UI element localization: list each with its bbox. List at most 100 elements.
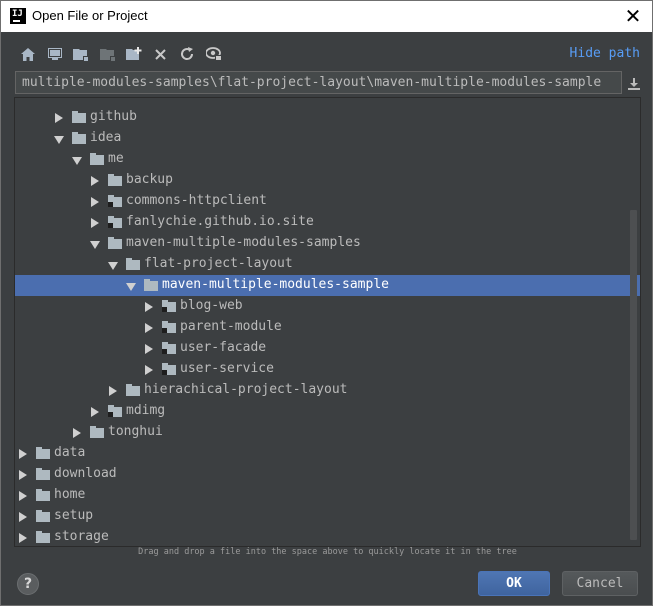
tree-row-label: parent-module: [180, 319, 282, 334]
folder-icon: [126, 258, 140, 270]
tree-row[interactable]: me: [15, 149, 640, 170]
tree-row[interactable]: maven-multiple-modules-sample: [15, 275, 640, 296]
tree-row[interactable]: setup: [15, 506, 640, 527]
folder-icon: [108, 174, 122, 186]
collapsed-arrow-icon[interactable]: [19, 512, 27, 522]
path-input[interactable]: [16, 72, 621, 93]
tree-row-label: fanlychie.github.io.site: [126, 214, 314, 229]
module-badge-icon: [162, 328, 167, 333]
module-badge-icon: [162, 370, 167, 375]
tree-row-label: home: [54, 487, 86, 502]
folder-icon: [36, 531, 50, 543]
folder-icon: [108, 216, 122, 228]
module-badge-icon: [108, 223, 113, 228]
module-badge-icon: [162, 349, 167, 354]
tree-row[interactable]: mdimg: [15, 401, 640, 422]
tree-row[interactable]: backup: [15, 170, 640, 191]
tree-row-label: github: [90, 109, 137, 124]
module-badge-icon: [108, 412, 113, 417]
expanded-arrow-icon[interactable]: [54, 136, 64, 144]
collapsed-arrow-icon[interactable]: [91, 407, 99, 417]
tree-row[interactable]: hierachical-project-layout: [15, 380, 640, 401]
expanded-arrow-icon[interactable]: [108, 262, 118, 270]
folder-icon: [108, 405, 122, 417]
collapsed-arrow-icon[interactable]: [55, 113, 63, 123]
tree-row-label: setup: [54, 508, 94, 523]
tree-row-label: storage: [54, 529, 109, 544]
tree-row[interactable]: storage: [15, 527, 640, 546]
folder-icon: [36, 489, 50, 501]
tree-row-label: maven-multiple-modules-sample: [162, 277, 389, 292]
collapsed-arrow-icon[interactable]: [145, 323, 153, 333]
project-folder-icon[interactable]: [72, 45, 90, 63]
expanded-arrow-icon[interactable]: [126, 283, 136, 291]
tree-row-label: data: [54, 445, 86, 460]
hide-path-link[interactable]: Hide path: [570, 46, 640, 61]
tree-row[interactable]: idea: [15, 128, 640, 149]
toolbar: [19, 43, 231, 65]
tree-row[interactable]: tonghui: [15, 422, 640, 443]
folder-icon: [36, 510, 50, 522]
expanded-arrow-icon[interactable]: [90, 241, 100, 249]
folder-icon: [36, 468, 50, 480]
tree-row[interactable]: github: [15, 107, 640, 128]
tree-row-label: mdimg: [126, 403, 166, 418]
tree-row[interactable]: parent-module: [15, 317, 640, 338]
cancel-button[interactable]: Cancel: [562, 571, 638, 596]
tree-row[interactable]: flat-project-layout: [15, 254, 640, 275]
folder-icon: [72, 111, 86, 123]
tree-row[interactable]: data: [15, 443, 640, 464]
collapsed-arrow-icon[interactable]: [19, 491, 27, 501]
folder-icon: [126, 384, 140, 396]
show-hidden-icon[interactable]: [205, 45, 223, 63]
folder-icon: [144, 279, 158, 291]
help-button[interactable]: ?: [17, 573, 39, 595]
download-icon[interactable]: [627, 76, 641, 90]
tree-row[interactable]: user-facade: [15, 338, 640, 359]
new-folder-icon[interactable]: [125, 45, 143, 63]
tree-row[interactable]: fanlychie.github.io.site: [15, 212, 640, 233]
close-icon[interactable]: ✕: [622, 4, 644, 28]
title-bar: IJ Open File or Project ✕: [1, 1, 652, 32]
tree-row[interactable]: commons-httpclient: [15, 191, 640, 212]
collapsed-arrow-icon[interactable]: [145, 344, 153, 354]
desktop-icon[interactable]: [46, 45, 64, 63]
module-folder-icon[interactable]: [99, 45, 117, 63]
refresh-icon[interactable]: [178, 45, 196, 63]
delete-icon[interactable]: [152, 45, 170, 63]
tree-row[interactable]: user-service: [15, 359, 640, 380]
tree-row-label: tonghui: [108, 424, 163, 439]
collapsed-arrow-icon[interactable]: [91, 218, 99, 228]
tree-row-label: backup: [126, 172, 173, 187]
tree-row[interactable]: maven-multiple-modules-samples: [15, 233, 640, 254]
intellij-logo-icon: IJ: [10, 8, 26, 24]
tree-row-label: idea: [90, 130, 122, 145]
module-badge-icon: [162, 307, 167, 312]
collapsed-arrow-icon[interactable]: [19, 470, 27, 480]
tree-row[interactable]: download: [15, 464, 640, 485]
folder-icon: [90, 153, 104, 165]
folder-icon: [90, 426, 104, 438]
collapsed-arrow-icon[interactable]: [145, 302, 153, 312]
tree-row-label: user-service: [180, 361, 274, 376]
collapsed-arrow-icon[interactable]: [19, 449, 27, 459]
home-icon[interactable]: [19, 45, 37, 63]
collapsed-arrow-icon[interactable]: [145, 365, 153, 375]
folder-icon: [162, 342, 176, 354]
collapsed-arrow-icon[interactable]: [91, 176, 99, 186]
tree-row[interactable]: blog-web: [15, 296, 640, 317]
folder-icon: [162, 321, 176, 333]
module-badge-icon: [108, 202, 113, 207]
tree-row-label: user-facade: [180, 340, 267, 355]
collapsed-arrow-icon[interactable]: [91, 197, 99, 207]
collapsed-arrow-icon[interactable]: [73, 428, 81, 438]
collapsed-arrow-icon[interactable]: [19, 533, 27, 543]
ok-button[interactable]: OK: [478, 571, 550, 596]
expanded-arrow-icon[interactable]: [72, 157, 82, 165]
tree-row[interactable]: home: [15, 485, 640, 506]
file-tree[interactable]: github idea me backup commons-httpclient fanl…: [14, 97, 641, 547]
collapsed-arrow-icon[interactable]: [109, 386, 117, 396]
tree-scrollbar-thumb[interactable]: [630, 210, 637, 540]
path-field[interactable]: [15, 71, 622, 94]
tree-row-label: maven-multiple-modules-samples: [126, 235, 361, 250]
